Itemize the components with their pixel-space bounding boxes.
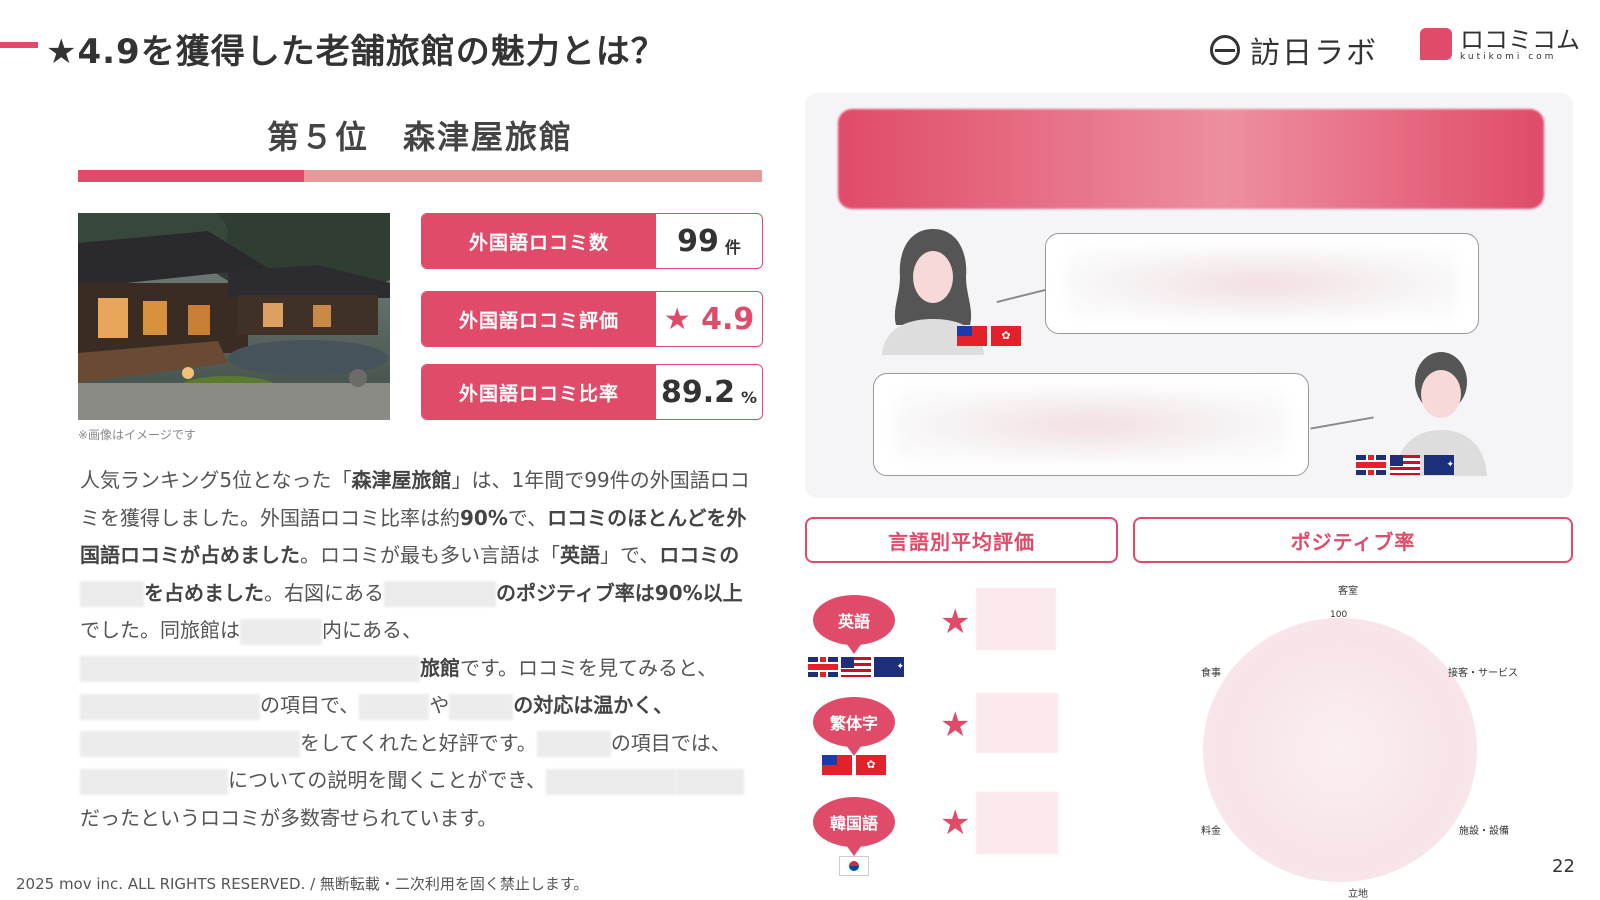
uk-flag-icon xyxy=(808,657,838,677)
australia-flag-icon: ✦ xyxy=(1424,455,1454,475)
us-flag-icon xyxy=(1390,455,1420,475)
language-badge-traditional-chinese: 繁体字 xyxy=(813,697,895,756)
radar-label-price: 料金 xyxy=(1201,826,1221,837)
traditional-chinese-score-redacted xyxy=(976,693,1058,753)
stat-review-count-value: 99 xyxy=(677,223,719,259)
hounichi-logo-text: 訪日ラボ xyxy=(1250,36,1378,71)
redacted-text xyxy=(676,768,744,795)
hounichi-logo-icon xyxy=(1210,35,1240,65)
radar-label-rooms: 客室 xyxy=(1338,586,1358,597)
page-title: ★4.9を獲得した老舗旅館の魅力とは？ xyxy=(46,32,666,72)
stat-review-ratio-value: 89.2 xyxy=(660,374,735,410)
redacted-text xyxy=(546,768,676,795)
redacted-text xyxy=(384,581,496,607)
page-number: 22 xyxy=(1552,856,1575,877)
radar-label-service: 接客・サービス xyxy=(1448,668,1518,679)
kutikomi-logo-icon xyxy=(1420,28,1452,60)
redacted-text xyxy=(80,581,144,607)
radar-tick-100: 100 xyxy=(1330,610,1348,620)
photo-caption: ※画像はイメージです xyxy=(78,428,196,442)
redacted-text xyxy=(359,693,430,720)
hounichi-labo-logo: 訪日ラボ xyxy=(1210,28,1378,72)
language-badge-korean: 韓国語 xyxy=(813,797,895,856)
stat-review-ratio: 外国語ロコミ比率 89.2% xyxy=(421,364,763,420)
male-reviewer-flags: ✦ xyxy=(1356,455,1454,475)
english-score-redacted xyxy=(976,588,1056,650)
redacted-text xyxy=(536,731,611,757)
star-icon: ★ xyxy=(940,602,971,642)
copyright-footer: 2025 mov inc. ALL RIGHTS RESERVED. / 無断転… xyxy=(16,875,589,893)
language-badge-english: 英語 xyxy=(813,595,895,654)
stat-review-rating-label: 外国語ロコミ評価 xyxy=(422,292,656,346)
korean-flags xyxy=(839,856,869,880)
uk-flag-icon xyxy=(1356,455,1386,475)
redacted-text xyxy=(80,768,228,795)
ryokan-photo xyxy=(78,213,390,420)
redacted-text xyxy=(449,693,514,720)
ranking-progress-fill xyxy=(78,170,304,182)
positive-rate-button[interactable]: ポジティブ率 xyxy=(1133,517,1573,563)
english-flags: ✦ xyxy=(808,657,904,677)
kutikomi-logo-text: ロコミコム xyxy=(1460,26,1580,54)
redacted-text xyxy=(80,656,420,682)
review-bubble-2-redacted xyxy=(873,373,1309,476)
stat-review-rating-value: ★ 4.9 xyxy=(663,301,755,337)
kutikomi-logo: ロコミコム kutikomi com xyxy=(1420,28,1580,62)
taiwan-flag-icon xyxy=(822,755,852,775)
language-average-rating-button[interactable]: 言語別平均評価 xyxy=(805,517,1118,563)
korean-score-redacted xyxy=(976,792,1058,854)
australia-flag-icon: ✦ xyxy=(874,657,904,677)
radar-label-location: 立地 xyxy=(1348,889,1368,900)
us-flag-icon xyxy=(841,657,871,677)
hongkong-flag-icon: ✿ xyxy=(991,326,1021,346)
stat-review-count-unit: 件 xyxy=(724,238,741,257)
ranking-title: 第５位 森津屋旅館 xyxy=(266,118,573,156)
redacted-text xyxy=(240,618,322,645)
review-bubble-1-redacted xyxy=(1045,233,1479,334)
review-banner-redacted xyxy=(838,109,1544,209)
taiwan-flag-icon xyxy=(957,326,987,346)
female-reviewer-flags: ✿ xyxy=(957,326,1021,346)
star-icon: ★ xyxy=(940,705,971,745)
stat-review-rating: 外国語ロコミ評価 ★ 4.9 xyxy=(421,291,763,347)
body-paragraph: 人気ランキング5位となった「森津屋旅館」は、1年間で99件の外国語ロコミを獲得し… xyxy=(80,468,750,830)
redacted-text xyxy=(80,693,260,720)
stat-review-count: 外国語ロコミ数 99 件 xyxy=(421,213,763,269)
ranking-progress-bar xyxy=(78,170,762,182)
traditional-chinese-flags: ✿ xyxy=(822,755,886,775)
stat-review-ratio-unit: % xyxy=(741,387,758,407)
korea-flag-icon xyxy=(839,856,869,876)
stat-review-count-label: 外国語ロコミ数 xyxy=(422,214,656,268)
hongkong-flag-icon: ✿ xyxy=(856,755,886,775)
radar-label-facilities: 施設・設備 xyxy=(1459,826,1509,837)
redacted-text xyxy=(80,731,300,757)
radar-chart-redacted xyxy=(1203,618,1477,882)
star-icon: ★ xyxy=(940,803,971,843)
title-accent-bar xyxy=(0,42,38,48)
stat-review-ratio-label: 外国語ロコミ比率 xyxy=(422,365,656,419)
radar-label-meals: 食事 xyxy=(1201,668,1221,679)
